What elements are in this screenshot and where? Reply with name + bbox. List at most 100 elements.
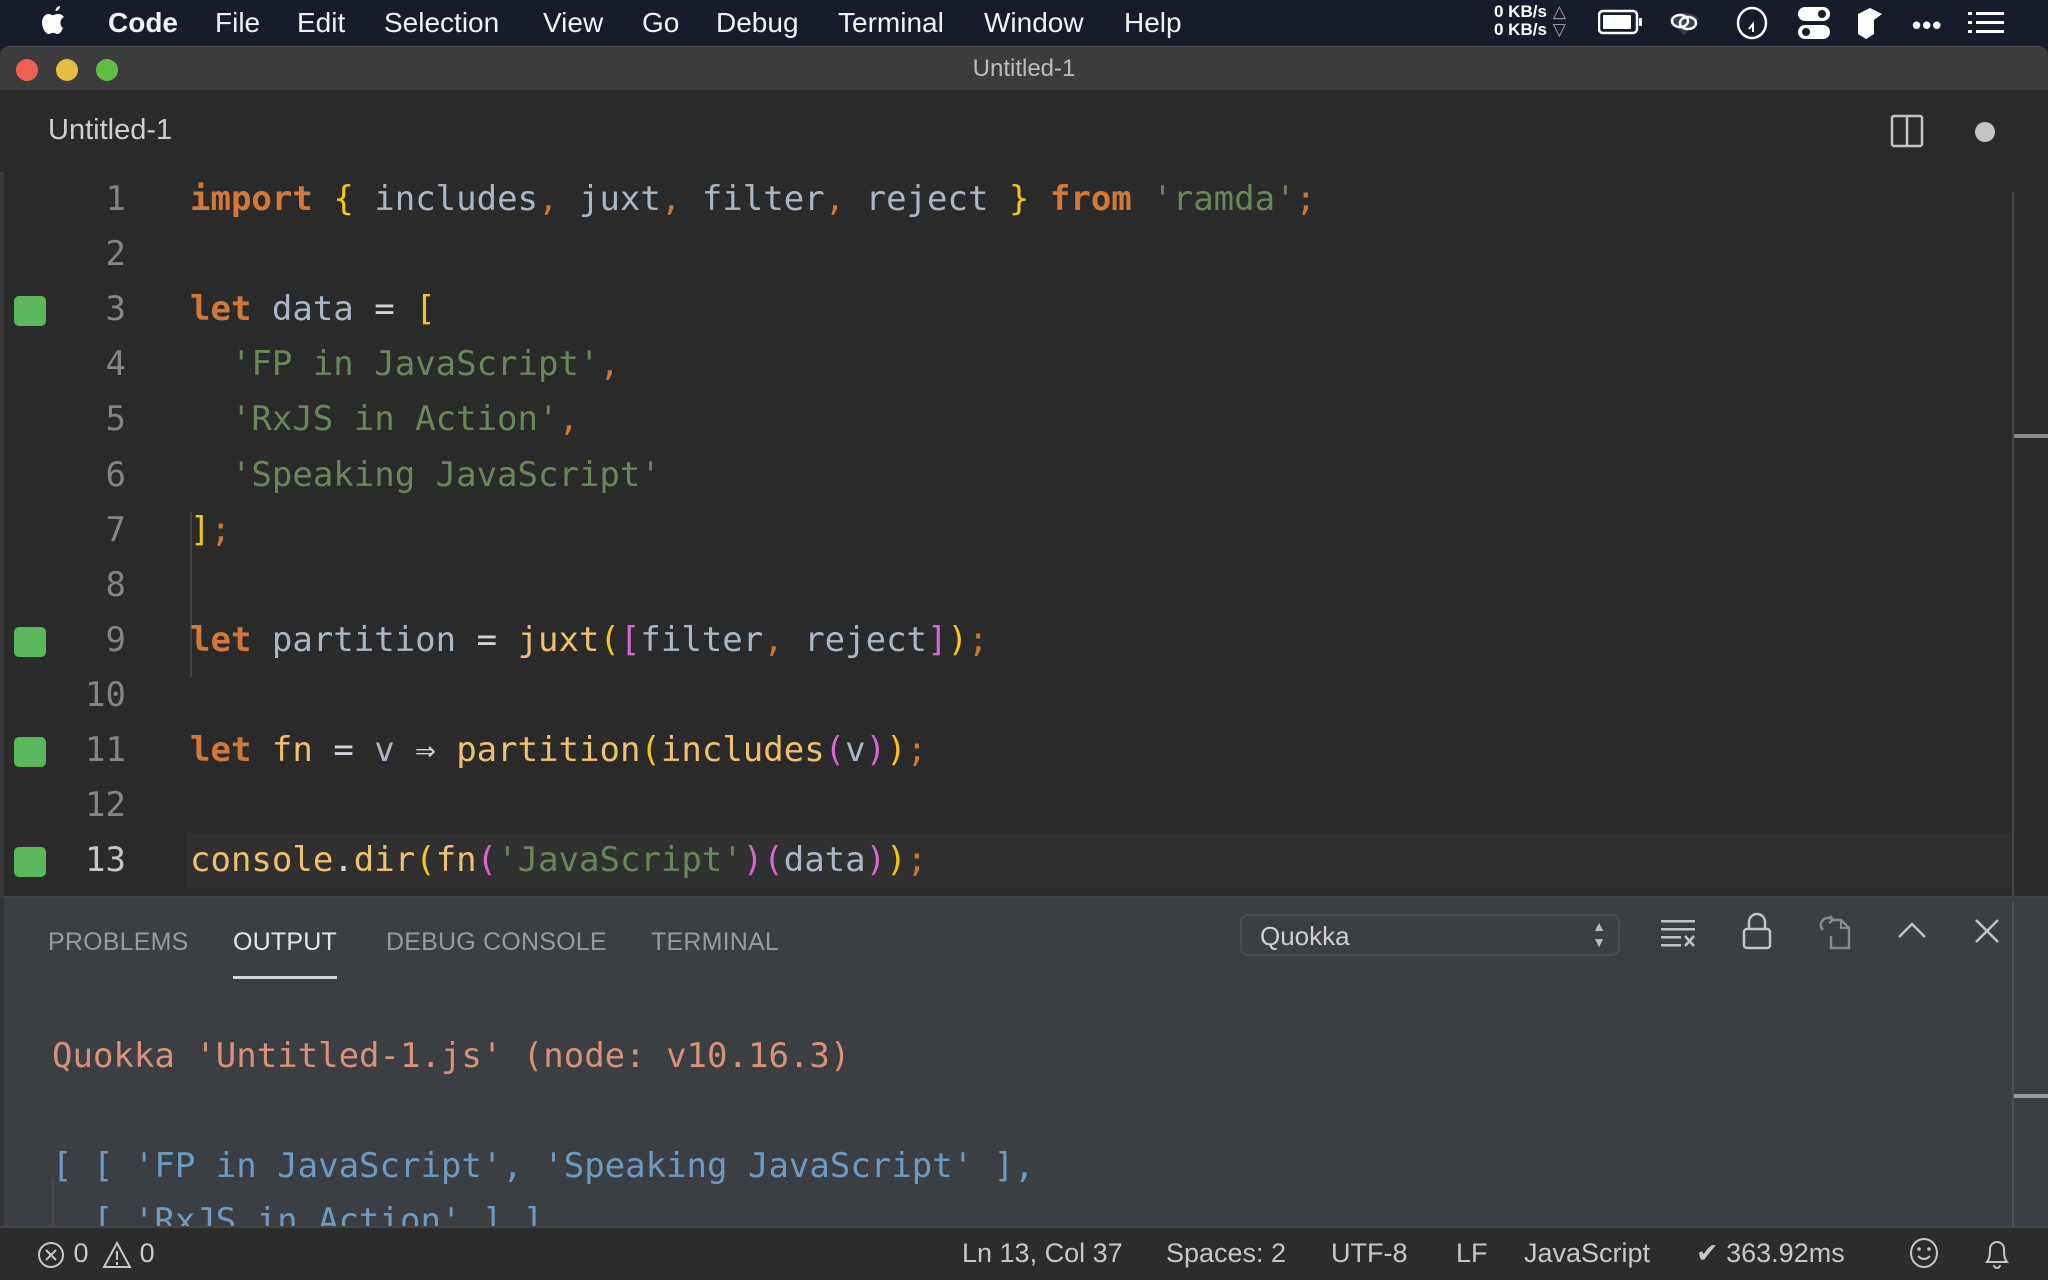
code-line[interactable]: 8 (4, 558, 2014, 613)
download-arrow-icon: ▽ (1552, 20, 1566, 39)
code-token: = (374, 289, 395, 330)
code-line[interactable]: 1 import { includes, juxt, filter, reject… (4, 172, 2014, 227)
code-token: ⇒ (394, 730, 457, 770)
tab-debug-console[interactable]: DEBUG CONSOLE (386, 928, 607, 957)
problems-status[interactable]: 0 0 (36, 1238, 155, 1270)
unsaved-dot-icon[interactable] (1975, 122, 1995, 142)
output-line: [ [ 'FP in JavaScript', 'Speaking JavaSc… (52, 1146, 1035, 1186)
apple-icon[interactable] (40, 4, 68, 38)
output-channel-select[interactable]: Quokka ▲ ▼ (1240, 914, 1620, 956)
quokka-timing[interactable]: ✔ 363.92ms (1696, 1238, 1845, 1269)
code-editor[interactable]: 1 import { includes, juxt, filter, reject… (0, 172, 2048, 942)
code-line[interactable]: 9 let partition = juxt([filter, reject]); (4, 613, 2014, 668)
code-line[interactable]: 7]; (4, 503, 2014, 558)
indentation-status[interactable]: Spaces: 2 (1166, 1238, 1286, 1269)
code-token: let (190, 619, 252, 660)
output-scrollbar[interactable] (2012, 902, 2048, 1232)
menu-edit[interactable]: Edit (297, 7, 345, 39)
code-line[interactable]: 2 (4, 227, 2014, 282)
editor-scrollbar[interactable] (2012, 192, 2048, 942)
code-line[interactable]: 13 console.dir(fn('JavaScript')(data)); (4, 833, 2014, 889)
code-token: = (312, 730, 375, 770)
menu-file[interactable]: File (215, 7, 260, 39)
title-bar: Untitled-1 (0, 46, 2048, 91)
menu-debug[interactable]: Debug (716, 7, 799, 39)
code-token: ; (1295, 179, 1317, 219)
cursor-position[interactable]: Ln 13, Col 37 (962, 1238, 1123, 1269)
window-title: Untitled-1 (972, 55, 1076, 82)
code-token: ; (906, 840, 928, 881)
menu-help[interactable]: Help (1124, 7, 1182, 39)
line-source: import { includes, juxt, filter, reject … (190, 172, 1316, 227)
line-source: 'RxJS in Action', (190, 392, 579, 447)
code-line[interactable]: 4 'FP in JavaScript', (4, 337, 2014, 392)
clock-icon[interactable] (1735, 5, 1769, 51)
feedback-smiley-icon[interactable] (1908, 1236, 1940, 1270)
code-line[interactable]: 10 (4, 668, 2014, 723)
code-token: ) (742, 840, 764, 881)
code-token: , (599, 344, 620, 385)
menu-bar: Code File Edit Selection View Go Debug T… (0, 0, 2048, 46)
menu-go[interactable]: Go (642, 7, 679, 39)
menu-terminal[interactable]: Terminal (838, 7, 944, 39)
code-token: ( (824, 730, 846, 770)
code-token: includes (660, 730, 825, 770)
menu-app-code[interactable]: Code (108, 7, 178, 39)
line-source: let data = [ (190, 282, 436, 337)
code-token: ] (927, 619, 948, 660)
code-token: filter (681, 179, 825, 219)
line-number: 6 (105, 454, 126, 495)
clear-output-icon[interactable] (1661, 916, 1697, 948)
code-token: let (190, 289, 252, 330)
encoding-status[interactable]: UTF-8 (1331, 1238, 1408, 1269)
line-number: 9 (105, 619, 126, 660)
open-log-icon[interactable] (1819, 912, 1855, 950)
code-token: [ (619, 619, 641, 660)
close-panel-icon[interactable] (1974, 918, 2000, 944)
notifications-bell-icon[interactable] (1982, 1236, 2012, 1270)
code-token: let (190, 730, 252, 770)
maximize-panel-icon[interactable] (1897, 920, 1927, 940)
vscode-window: Untitled-1 Untitled-1 1 import { includes… (0, 46, 2048, 1280)
output-channel-value: Quokka (1260, 921, 1350, 951)
error-icon (36, 1240, 66, 1270)
code-token: juxt (517, 619, 600, 660)
line-number: 11 (85, 730, 126, 770)
tab-terminal[interactable]: TERMINAL (651, 928, 779, 957)
code-token: 'FP in JavaScript' (230, 344, 600, 385)
menu-selection[interactable]: Selection (384, 7, 499, 39)
code-line[interactable]: 3 let data = [ (4, 282, 2014, 337)
code-token: , (538, 179, 559, 219)
language-mode[interactable]: JavaScript (1524, 1238, 1650, 1269)
code-line[interactable]: 11 let fn = v ⇒ partition(includes(v)); (4, 723, 2014, 778)
line-number: 4 (105, 344, 126, 385)
output-scroll-marker (2014, 1094, 2048, 1098)
line-number: 13 (85, 840, 126, 881)
code-token: 'JavaScript' (497, 840, 743, 881)
tab-output[interactable]: OUTPUT (233, 928, 337, 979)
code-token: v (374, 730, 395, 770)
code-token: juxt (558, 179, 661, 219)
eol-status[interactable]: LF (1456, 1238, 1488, 1269)
code-token: v (845, 730, 866, 770)
split-editor-icon[interactable] (1890, 114, 1924, 148)
code-token: console (190, 840, 334, 881)
code-token: , (824, 179, 846, 219)
menu-window[interactable]: Window (984, 7, 1084, 39)
code-token: ) (886, 730, 907, 770)
code-line[interactable]: 12 (4, 778, 2014, 833)
line-number: 5 (105, 399, 126, 440)
tab-problems[interactable]: PROBLEMS (48, 928, 189, 957)
menu-view[interactable]: View (543, 7, 603, 39)
network-monitor[interactable]: 0 KB/s △ 0 KB/s ▽ (1494, 3, 1566, 39)
editor-tab-untitled-1[interactable]: Untitled-1 (48, 114, 172, 147)
code-token: import (190, 179, 313, 219)
code-line[interactable]: 6 'Speaking JavaScript' (4, 448, 2014, 503)
code-line[interactable]: 5 'RxJS in Action', (4, 392, 2014, 447)
lock-scroll-icon[interactable] (1742, 912, 1772, 950)
code-token: dir (353, 840, 416, 881)
code-token: ( (640, 730, 661, 770)
